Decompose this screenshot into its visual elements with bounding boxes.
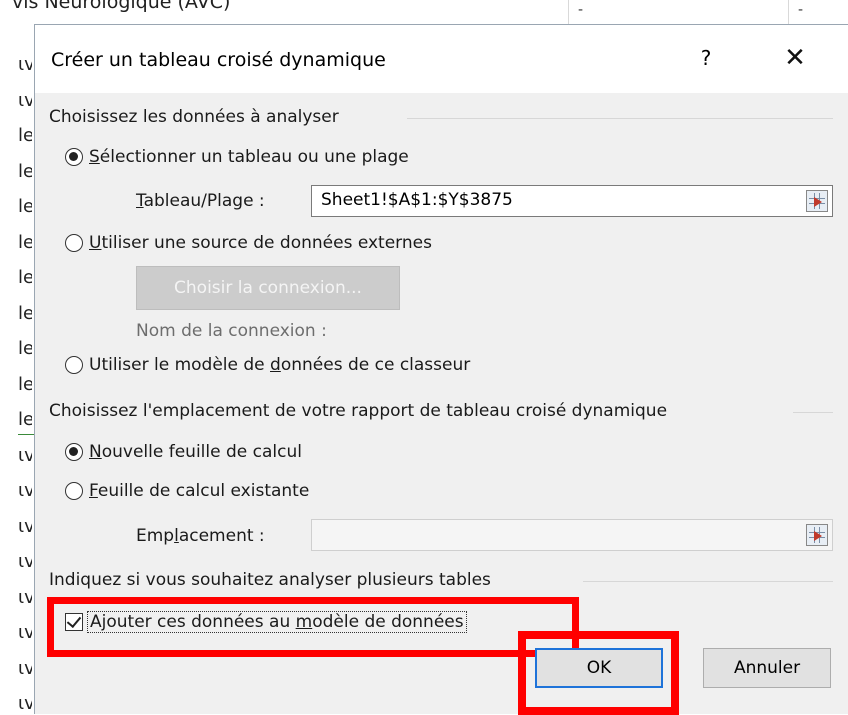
sheet-row-glyph: ɩv xyxy=(18,693,32,714)
radio-button[interactable] xyxy=(65,148,83,166)
radio-button[interactable] xyxy=(65,482,83,500)
spreadsheet-background-row: vis Neurologique (AVC) - - xyxy=(0,0,848,24)
sheet-row-glyph: le xyxy=(18,302,32,324)
sheet-cell-text: vis Neurologique (AVC) xyxy=(12,0,231,13)
sheet-row-glyph: le xyxy=(18,231,32,253)
choose-connection-button: Choisir la connexion... xyxy=(136,266,400,310)
sheet-row-glyph: le xyxy=(18,338,32,359)
connection-name-label: Nom de la connexion : xyxy=(136,321,327,341)
close-button[interactable]: ✕ xyxy=(775,41,815,75)
sheet-row-glyph: ɩv xyxy=(18,586,32,608)
location-label: Emplacement : xyxy=(136,526,265,546)
spreadsheet-left-column: ɩv ɩv le le le le le le le le le ɩv ɩv ɩv ɩv ɩv ɩv ɩv ɩv xyxy=(0,24,34,714)
sheet-row-glyph: le xyxy=(18,160,32,182)
radio-button[interactable] xyxy=(65,443,83,461)
add-to-model-checkbox[interactable] xyxy=(65,612,83,631)
help-button[interactable]: ? xyxy=(691,41,721,75)
cancel-button[interactable]: Annuler xyxy=(703,648,831,688)
section-multi-title: Indiquez si vous souhaitez analyser plus… xyxy=(49,570,491,590)
sheet-row-glyph: le xyxy=(18,267,32,288)
sheet-row-glyph: le xyxy=(18,196,32,217)
radio-label: Sélectionner un tableau ou une plage xyxy=(89,147,409,167)
sheet-row-glyph: ɩv xyxy=(18,89,32,111)
pivot-table-dialog: Créer un tableau croisé dynamique ? ✕ Ch… xyxy=(34,24,848,715)
sheet-row-glyph: ɩv xyxy=(18,54,32,75)
radio-label: Feuille de calcul existante xyxy=(89,481,310,501)
add-to-model-checkbox-row[interactable]: Ajouter ces données au modèle de données xyxy=(65,611,467,633)
radio-new-sheet[interactable]: Nouvelle feuille de calcul xyxy=(65,442,302,462)
radio-data-model[interactable]: Utiliser le modèle de données de ce clas… xyxy=(65,355,470,375)
location-input[interactable] xyxy=(311,519,833,551)
sheet-row-glyph: ɩv xyxy=(18,480,32,501)
radio-select-table[interactable]: Sélectionner un tableau ou une plage xyxy=(65,147,409,167)
radio-label: Utiliser le modèle de données de ce clas… xyxy=(89,355,471,375)
section-divider xyxy=(793,412,833,413)
section-data-title: Choisissez les données à analyser xyxy=(49,107,339,127)
sheet-row-glyph: le xyxy=(18,409,32,430)
dialog-titlebar: Créer un tableau croisé dynamique ? ✕ xyxy=(35,25,848,93)
sheet-cell-mark: - xyxy=(798,2,804,18)
sheet-row-glyph: ɩv xyxy=(18,515,32,537)
range-value: Sheet1!$A$1:$Y$3875 xyxy=(321,190,513,210)
sheet-row-glyph: le xyxy=(18,125,32,146)
section-divider xyxy=(583,581,833,582)
grid-line xyxy=(788,0,789,24)
grid-line xyxy=(568,0,569,24)
dialog-title: Créer un tableau croisé dynamique xyxy=(51,49,386,71)
add-to-model-label: Ajouter ces données au modèle de données xyxy=(87,611,467,633)
section-location-title: Choisissez l'emplacement de votre rappor… xyxy=(49,401,668,421)
sheet-cell-mark: - xyxy=(578,2,584,18)
sheet-row-glyph: ɩv xyxy=(18,622,32,643)
sheet-row-glyph: ɩv xyxy=(18,551,32,572)
radio-label: Nouvelle feuille de calcul xyxy=(89,442,302,462)
radio-external-source[interactable]: Utiliser une source de données externes xyxy=(65,233,432,253)
range-label: Tableau/Plage : xyxy=(136,191,265,211)
range-input[interactable]: Sheet1!$A$1:$Y$3875 xyxy=(311,185,833,217)
ok-button[interactable]: OK xyxy=(535,648,663,688)
radio-existing-sheet[interactable]: Feuille de calcul existante xyxy=(65,481,309,501)
sheet-row-glyph: le xyxy=(18,373,32,395)
radio-button[interactable] xyxy=(65,234,83,252)
section-divider xyxy=(407,118,833,119)
radio-button[interactable] xyxy=(65,356,83,374)
range-selector-icon[interactable] xyxy=(806,524,828,546)
radio-label: Utiliser une source de données externes xyxy=(89,233,432,253)
sheet-row-glyph: ɩv xyxy=(18,657,32,679)
sheet-row-glyph: ɩv xyxy=(18,444,32,466)
range-selector-icon[interactable] xyxy=(806,190,828,212)
sheet-row-border xyxy=(18,434,34,435)
